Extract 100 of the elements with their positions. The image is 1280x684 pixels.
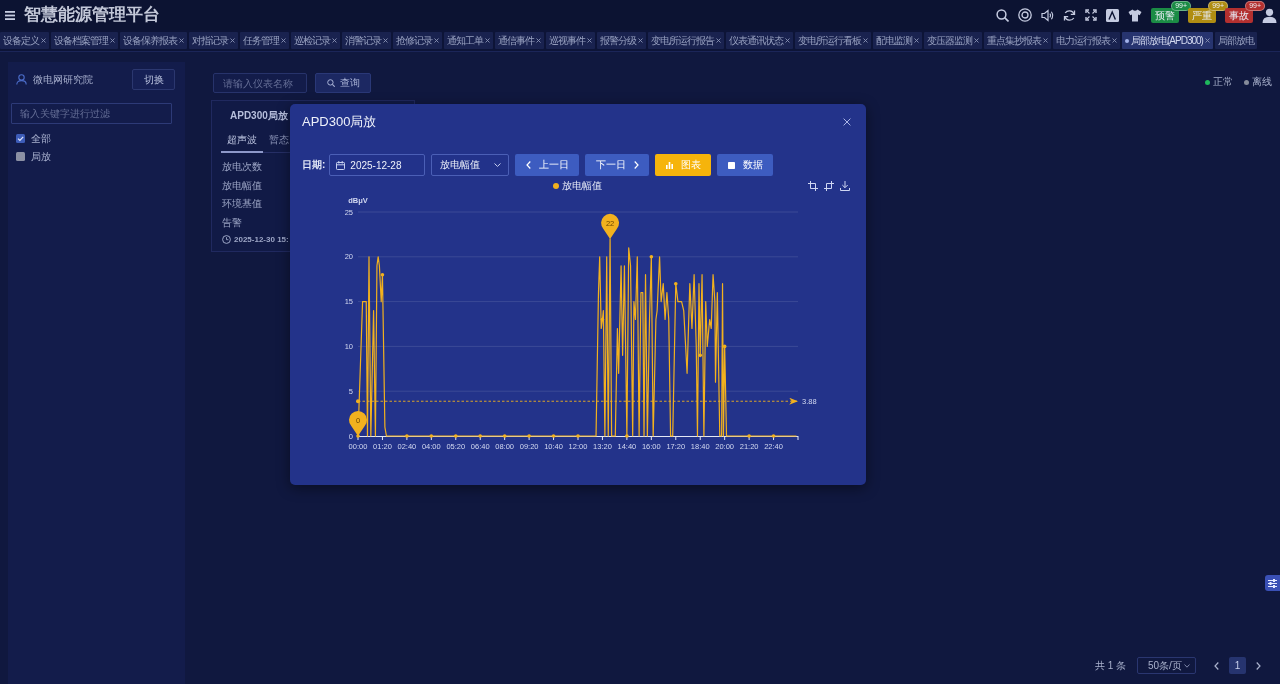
legend-dot-icon[interactable] xyxy=(553,183,559,189)
tab[interactable]: 变电所运行报告 xyxy=(648,32,724,49)
speaker-icon[interactable] xyxy=(1041,8,1054,22)
refresh-icon[interactable] xyxy=(1063,8,1076,22)
data-point-icon xyxy=(600,317,605,322)
close-icon[interactable] xyxy=(383,38,388,43)
fullscreen-icon[interactable] xyxy=(1085,9,1097,21)
tab[interactable]: 消警记录 xyxy=(342,32,391,49)
data-point-icon xyxy=(380,272,385,277)
close-icon[interactable] xyxy=(110,38,115,43)
close-icon[interactable] xyxy=(638,38,643,43)
chevron-right-icon[interactable] xyxy=(1256,661,1261,670)
tab[interactable]: 巡视事件 xyxy=(546,32,595,49)
legend-label[interactable]: 放电幅值 xyxy=(562,180,602,192)
tab[interactable]: 仪表通讯状态 xyxy=(726,32,793,49)
dialog-title: APD300局放 xyxy=(302,113,377,131)
menu-icon[interactable] xyxy=(5,10,15,20)
close-icon[interactable] xyxy=(536,38,541,43)
crop-icon[interactable] xyxy=(824,181,834,191)
download-icon[interactable] xyxy=(840,181,850,191)
tab[interactable]: 变电所运行看板 xyxy=(795,32,871,49)
close-icon[interactable] xyxy=(1204,38,1210,43)
close-icon[interactable] xyxy=(179,38,184,43)
alert-button[interactable]: 预警 xyxy=(1151,7,1179,23)
date-field[interactable]: 2025-12-28 xyxy=(329,154,426,176)
total-count: 共 1 条 xyxy=(1094,658,1126,673)
close-icon[interactable] xyxy=(587,38,592,43)
ring-icon[interactable] xyxy=(1018,8,1032,22)
checkbox-label[interactable]: 全部 xyxy=(31,131,51,146)
checkbox[interactable] xyxy=(16,152,25,161)
page-button[interactable]: 1 xyxy=(1229,657,1246,674)
sliders-icon xyxy=(1268,578,1277,588)
close-icon[interactable] xyxy=(485,38,490,43)
previous-day-button[interactable]: 上一日 xyxy=(515,154,580,176)
tab[interactable]: 设备定义 xyxy=(0,32,49,49)
filter-field[interactable]: 输入关键字进行过滤 xyxy=(11,103,172,124)
tab[interactable]: 抢修记录 xyxy=(393,32,442,49)
field-label: 放电幅值 xyxy=(222,179,262,192)
query-button[interactable]: 查询 xyxy=(315,73,371,93)
settings-float-button[interactable] xyxy=(1265,575,1280,591)
checkbox[interactable] xyxy=(16,134,25,143)
switch-button[interactable]: 切换 xyxy=(132,69,175,90)
close-icon[interactable] xyxy=(332,38,337,43)
metric-select[interactable]: 放电幅值 xyxy=(431,154,510,176)
tab[interactable]: 对指记录 xyxy=(189,32,238,49)
timestamp: 2025-12-30 15: xyxy=(234,235,289,244)
tile-icon[interactable] xyxy=(1106,8,1119,22)
date-label: 日期: xyxy=(302,158,326,172)
close-icon[interactable] xyxy=(785,38,790,43)
tab[interactable]: 电力运行报表 xyxy=(1053,32,1120,49)
tab[interactable]: 设备保养报表 xyxy=(120,32,187,49)
dot-icon xyxy=(1125,38,1129,43)
shirt-icon[interactable] xyxy=(1128,8,1142,22)
search-icon[interactable] xyxy=(996,8,1009,22)
close-icon[interactable] xyxy=(281,38,286,43)
tab[interactable]: 超声波 xyxy=(221,131,263,153)
tab[interactable]: 通知工单 xyxy=(444,32,493,49)
user-icon[interactable] xyxy=(1262,7,1277,23)
tab[interactable]: 通信事件 xyxy=(495,32,544,49)
close-icon[interactable] xyxy=(1043,38,1048,43)
close-icon[interactable] xyxy=(230,38,235,43)
chevron-left-icon[interactable] xyxy=(1214,661,1219,670)
tab[interactable]: 变压器监测 xyxy=(924,32,982,49)
data-point-icon xyxy=(722,344,727,349)
close-icon[interactable] xyxy=(434,38,439,43)
view-toggle-button[interactable]: 数据 xyxy=(717,154,774,176)
next-day-button[interactable]: 下一日 xyxy=(585,154,650,176)
data-point-icon xyxy=(429,434,434,438)
tab[interactable]: 任务管理 xyxy=(240,32,289,49)
close-icon[interactable] xyxy=(914,38,919,43)
data-point-icon xyxy=(405,434,409,438)
close-icon[interactable] xyxy=(716,38,721,43)
crop-icon[interactable] xyxy=(808,181,818,191)
tab[interactable]: 暂态 xyxy=(263,131,289,153)
close-icon[interactable] xyxy=(863,38,868,43)
meter-search-field[interactable]: 请输入仪表名称 xyxy=(213,73,307,93)
close-icon[interactable] xyxy=(843,118,851,126)
data-point-icon xyxy=(502,434,507,438)
tab[interactable]: 重点集抄报表 xyxy=(984,32,1051,49)
data-point-icon xyxy=(674,281,678,286)
square-icon xyxy=(727,161,735,169)
data-point-icon xyxy=(527,434,531,438)
tab[interactable]: 配电监测 xyxy=(873,32,922,49)
data-point-icon xyxy=(625,434,629,438)
field-label: 告警 xyxy=(222,216,242,229)
tab[interactable]: 报警分级 xyxy=(597,32,646,49)
data-point-icon xyxy=(356,434,360,438)
tab[interactable]: 设备档案管理 xyxy=(51,32,118,49)
tab[interactable]: 巡检记录 xyxy=(291,32,340,49)
close-icon[interactable] xyxy=(41,38,46,43)
close-icon[interactable] xyxy=(974,38,979,43)
tab[interactable]: 局部放电 xyxy=(1214,32,1257,49)
checkbox-label[interactable]: 局放 xyxy=(31,149,51,164)
user-icon xyxy=(16,74,27,85)
caret-icon xyxy=(1184,663,1190,668)
tab[interactable]: 局部放电(APD300) xyxy=(1122,32,1213,49)
alert-button[interactable]: 事故 xyxy=(1225,7,1253,23)
close-icon[interactable] xyxy=(1112,38,1117,43)
clock-icon xyxy=(222,235,231,244)
page-size-select[interactable]: 50条/页 xyxy=(1137,657,1196,674)
